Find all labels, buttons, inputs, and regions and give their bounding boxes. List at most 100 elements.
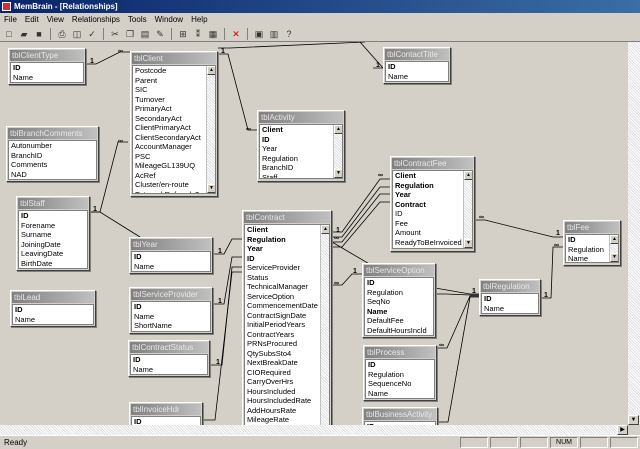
menu-relationships[interactable]: Relationships — [72, 15, 120, 24]
field-item[interactable]: Status — [245, 273, 329, 283]
cut-icon[interactable]: ✂ — [109, 28, 121, 40]
field-item[interactable]: ID — [131, 355, 207, 365]
paste-icon[interactable]: ▤ — [139, 28, 151, 40]
field-item[interactable]: HoursIncludedRate — [245, 396, 329, 406]
print-preview-icon[interactable]: ◫ — [71, 28, 83, 40]
field-item[interactable]: AddHoursRate — [245, 406, 329, 416]
field-item[interactable]: ID — [366, 360, 434, 370]
table-title[interactable]: tblStaff — [18, 198, 88, 209]
table-tblLead[interactable]: tblLead ID Name — [10, 290, 96, 327]
field-item[interactable]: Comments — [9, 160, 96, 170]
field-item[interactable]: ContractSignDate — [245, 311, 329, 321]
field-item[interactable]: DateInvoiced — [393, 247, 472, 248]
scroll-down-button[interactable]: ▼ — [628, 415, 639, 425]
scroll-up-icon[interactable]: ▲ — [207, 66, 215, 75]
table-title[interactable]: tblYear — [131, 239, 211, 250]
table-title[interactable]: tblClientType — [10, 50, 84, 61]
field-item[interactable]: ID — [132, 302, 210, 312]
field-item[interactable]: Name — [132, 262, 210, 272]
field-item[interactable]: SecondaryAct — [133, 114, 215, 124]
table-title[interactable]: tblServiceOption — [364, 265, 434, 276]
table-tblBranchComments[interactable]: tblBranchComments Autonumber BranchID Comme… — [6, 126, 99, 182]
field-item[interactable]: AcRef — [133, 171, 215, 181]
field-item[interactable]: Forename — [19, 221, 87, 231]
table-scrollbar[interactable]: ▲▼ — [206, 66, 215, 193]
format-painter-icon[interactable]: ✎ — [154, 28, 166, 40]
table-scrollbar[interactable]: ▲▼ — [463, 171, 472, 248]
field-item[interactable]: ID — [393, 209, 472, 219]
show-direct-icon[interactable]: ⁑ — [192, 28, 204, 40]
table-title[interactable]: tblContract — [244, 212, 330, 223]
field-item[interactable]: Regulation — [393, 181, 472, 191]
field-item[interactable]: ID — [132, 417, 200, 425]
field-item[interactable]: ClientPrimaryAct — [133, 123, 215, 133]
table-tblRegulation[interactable]: tblRegulation ID Name — [479, 279, 541, 316]
field-item[interactable]: MileageGL139UQ — [133, 161, 215, 171]
copy-icon[interactable]: ❐ — [124, 28, 136, 40]
print-icon[interactable]: ⎙ — [56, 28, 68, 40]
menu-view[interactable]: View — [47, 15, 64, 24]
table-title[interactable]: tblActivity — [259, 112, 343, 123]
menu-tools[interactable]: Tools — [128, 15, 147, 24]
horizontal-scrollbar[interactable]: ▶ — [0, 425, 628, 435]
field-item[interactable]: Year — [245, 244, 329, 254]
save-icon[interactable]: ■ — [33, 28, 45, 40]
table-scrollbar[interactable]: ▲▼ — [333, 125, 342, 178]
scroll-right-button[interactable]: ▶ — [617, 425, 628, 435]
scroll-down-icon[interactable]: ▼ — [610, 253, 618, 262]
field-item[interactable]: ContractYears — [245, 330, 329, 340]
field-item[interactable]: Name — [11, 73, 83, 83]
scroll-down-icon[interactable]: ▼ — [334, 169, 342, 178]
table-title[interactable]: tblInvoiceHdr — [131, 404, 201, 415]
field-item[interactable]: Name — [366, 389, 434, 399]
field-item[interactable]: ID — [386, 62, 448, 72]
table-tblClient[interactable]: tblClient Postcode Parent SIC Turnover Primar… — [130, 51, 218, 197]
field-item[interactable]: HoursIncluded — [245, 387, 329, 397]
field-item[interactable]: Contract — [393, 200, 472, 210]
field-item[interactable]: Cluster/en-route — [133, 180, 215, 190]
table-title[interactable]: tblContractFee — [392, 158, 473, 169]
field-item[interactable]: Year — [260, 144, 342, 154]
field-item[interactable]: Surname — [19, 230, 87, 240]
table-tblProcess[interactable]: tblProcess ID Regulation SequenceNo Name — [363, 345, 437, 401]
table-title[interactable]: tblBusinessActivity — [364, 409, 436, 420]
field-item[interactable]: ID — [365, 278, 433, 288]
field-item[interactable]: MileageRate — [245, 415, 329, 425]
table-title[interactable]: tblLead — [12, 292, 94, 303]
scroll-down-icon[interactable]: ▼ — [464, 239, 472, 248]
table-tblInvoiceHdr[interactable]: tblInvoiceHdr ID — [129, 402, 203, 425]
table-title[interactable]: tblRegulation — [481, 281, 539, 292]
field-item[interactable]: NAD — [9, 170, 96, 180]
table-tblContactTitle[interactable]: tblContactTitle ID Name — [383, 47, 451, 84]
table-title[interactable]: tblContractStatus — [130, 342, 208, 353]
field-item[interactable]: InitialPeriodYears — [245, 320, 329, 330]
field-item[interactable]: TechnicalManager — [245, 282, 329, 292]
field-item[interactable]: LeavingDate — [19, 249, 87, 259]
table-title[interactable]: tblFee — [565, 222, 619, 233]
scroll-up-icon[interactable]: ▲ — [610, 235, 618, 244]
table-title[interactable]: tblClient — [132, 53, 216, 64]
field-item[interactable]: Name — [386, 72, 448, 82]
field-item[interactable]: Client — [260, 125, 342, 135]
scroll-down-icon[interactable]: ▼ — [207, 184, 215, 193]
field-item[interactable]: Year — [393, 190, 472, 200]
field-item[interactable]: Parent — [133, 76, 215, 86]
new-object-icon[interactable]: ▥ — [268, 28, 280, 40]
field-item[interactable]: ServiceOption — [245, 292, 329, 302]
delete-icon[interactable]: ✕ — [230, 28, 242, 40]
table-tblFee[interactable]: tblFee ID Regulation Name ▲ ▼ — [563, 220, 621, 266]
field-item[interactable]: External Referrals? — [133, 190, 215, 194]
field-item[interactable]: Regulation — [366, 370, 434, 380]
show-all-icon[interactable]: ▦ — [207, 28, 219, 40]
field-item[interactable]: CIORequired — [245, 368, 329, 378]
field-item[interactable]: Regulation — [365, 288, 433, 298]
table-tblBusinessActivity[interactable]: tblBusinessActivityID — [362, 407, 438, 425]
menu-window[interactable]: Window — [155, 15, 183, 24]
table-title[interactable]: tblServiceProvider — [131, 289, 211, 300]
field-item[interactable]: BirthDate — [19, 259, 87, 269]
database-window-icon[interactable]: ▣ — [253, 28, 265, 40]
field-item[interactable]: ID — [260, 135, 342, 145]
help-icon[interactable]: ? — [283, 28, 295, 40]
table-title[interactable]: tblContactTitle — [385, 49, 449, 60]
field-item[interactable]: Amount — [393, 228, 472, 238]
